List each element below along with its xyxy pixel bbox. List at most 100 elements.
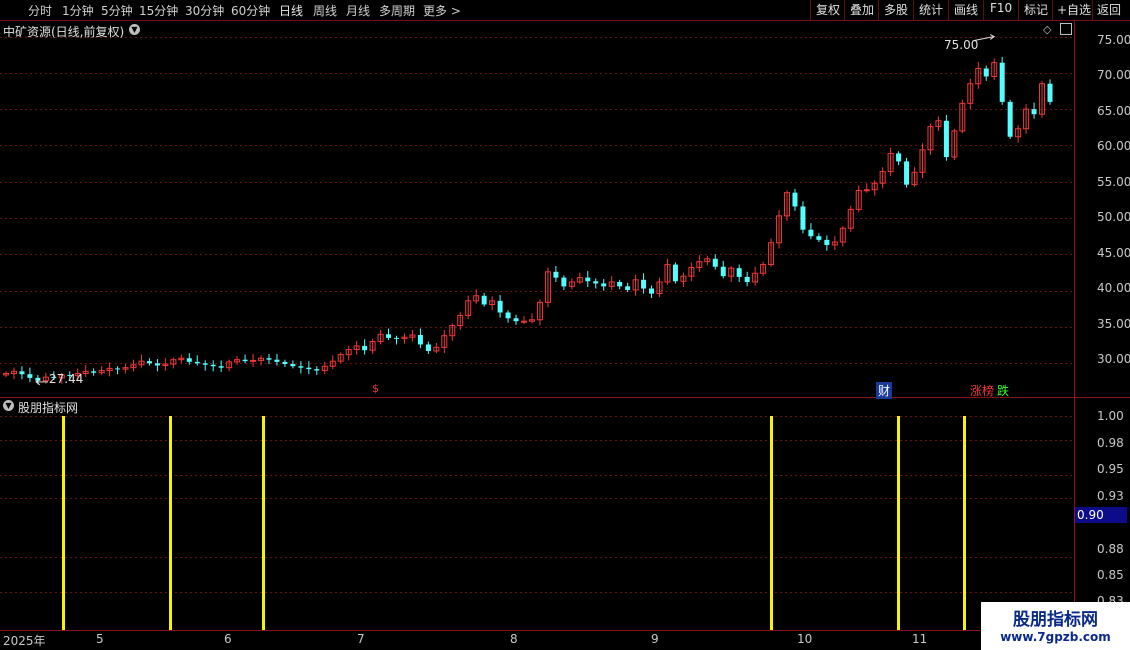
watermark-title: 股朋指标网: [1013, 610, 1098, 630]
month-label: 7: [357, 632, 365, 646]
candle-body: [800, 206, 806, 230]
indicator-tick: 0.93: [1097, 489, 1124, 503]
candle-body: [625, 286, 631, 290]
low-price-label: 27.44: [49, 372, 84, 386]
candle-body: [425, 344, 431, 351]
stock-title: 中矿资源(日线,前复权): [3, 25, 125, 39]
candle-body: [210, 364, 216, 367]
indicator-title: 股朋指标网: [18, 401, 79, 415]
candle-body: [617, 281, 623, 287]
candle-body: [314, 369, 320, 371]
signal-bar: [169, 416, 172, 630]
candle-body: [712, 258, 718, 267]
candle-body: [481, 295, 487, 305]
axis-divider: [1074, 21, 1075, 631]
candle-body: [154, 363, 160, 366]
candle-body: [202, 363, 208, 365]
drop-event-marker[interactable]: 跌: [997, 382, 1009, 399]
candle-body: [266, 358, 272, 360]
candle-body: [91, 371, 97, 373]
candle-body: [736, 268, 742, 277]
price-tick: 65.00: [1097, 104, 1130, 118]
chevron-down-icon[interactable]: ▼: [129, 24, 140, 35]
chevron-down-icon[interactable]: ▼: [3, 400, 14, 411]
watermark-logo: 股朋指标网 www.7gpzb.com: [981, 602, 1130, 650]
candle-body: [505, 312, 511, 319]
top-list-event-marker[interactable]: 涨榜: [970, 382, 994, 399]
price-tick: 50.00: [1097, 210, 1130, 224]
price-tick: 75.00: [1097, 33, 1130, 47]
signal-bar: [963, 416, 966, 630]
candle-body: [497, 300, 503, 313]
candle-body: [298, 366, 304, 368]
panel-layout-icon[interactable]: [1060, 23, 1072, 35]
candle-body: [386, 334, 392, 338]
panel-divider: [0, 397, 1130, 398]
candle-body: [394, 337, 400, 339]
candle-body: [744, 276, 750, 282]
candle-body: [896, 153, 902, 162]
price-tick: 55.00: [1097, 175, 1130, 189]
candle-body: [792, 192, 798, 207]
candle-body: [553, 271, 559, 278]
candle-body: [521, 320, 528, 323]
month-label: 5: [96, 632, 104, 646]
indicator-tick: 0.85: [1097, 568, 1124, 582]
money-event-marker[interactable]: $: [372, 382, 379, 395]
indicator-tick: 0.88: [1097, 542, 1124, 556]
signal-bar: [770, 416, 773, 630]
candle-body: [274, 359, 280, 362]
signal-bar: [897, 416, 900, 630]
candle-body: [585, 277, 591, 282]
candle-body: [641, 279, 647, 289]
indicator-tick: 1.00: [1097, 409, 1124, 423]
candle-body: [362, 345, 368, 351]
signal-bar: [62, 416, 65, 630]
month-label: 8: [510, 632, 518, 646]
candle-body: [1007, 101, 1013, 137]
signal-bar: [262, 416, 265, 630]
candle-body: [194, 361, 200, 364]
candle-body: [601, 283, 607, 287]
candle-body: [306, 367, 312, 370]
time-axis-line: [0, 630, 1130, 631]
finance-event-marker[interactable]: 财: [876, 382, 893, 399]
candle-body: [999, 62, 1005, 102]
month-label: 10: [797, 632, 813, 646]
candle-body: [242, 359, 248, 362]
month-label: 9: [651, 632, 659, 646]
candle-body: [649, 288, 655, 294]
indicator-tick: 0.98: [1097, 436, 1124, 450]
year-label: 2025年: [3, 634, 46, 648]
candle-body: [824, 239, 830, 245]
candle-body: [417, 334, 423, 345]
candle-body: [513, 318, 519, 322]
high-price-label: 75.00: [944, 38, 979, 52]
candle-body: [816, 236, 822, 240]
diamond-icon[interactable]: ◇: [1043, 23, 1051, 36]
price-tick: 35.00: [1097, 317, 1130, 331]
candle-body: [27, 374, 33, 378]
month-label: 11: [912, 632, 928, 646]
candle-body: [19, 371, 25, 375]
price-tick: 70.00: [1097, 68, 1130, 82]
candle-body: [943, 120, 949, 158]
candle-body: [672, 264, 678, 282]
candle-body: [186, 358, 192, 362]
month-label: 6: [224, 632, 232, 646]
candle-body: [863, 189, 870, 192]
indicator-current-value: 0.90: [1075, 507, 1127, 523]
price-tick: 60.00: [1097, 139, 1130, 153]
candle-body: [250, 359, 257, 362]
candle-body: [282, 361, 288, 365]
candle-body: [720, 266, 726, 277]
watermark-url: www.7gpzb.com: [1000, 630, 1111, 644]
price-tick: 30.00: [1097, 352, 1130, 366]
price-tick: 45.00: [1097, 246, 1130, 260]
candle-body: [1031, 109, 1037, 115]
candle-body: [904, 161, 910, 185]
price-tick: 40.00: [1097, 281, 1130, 295]
candle-body: [593, 281, 599, 284]
candle-body: [290, 364, 296, 367]
candle-body: [983, 68, 989, 77]
